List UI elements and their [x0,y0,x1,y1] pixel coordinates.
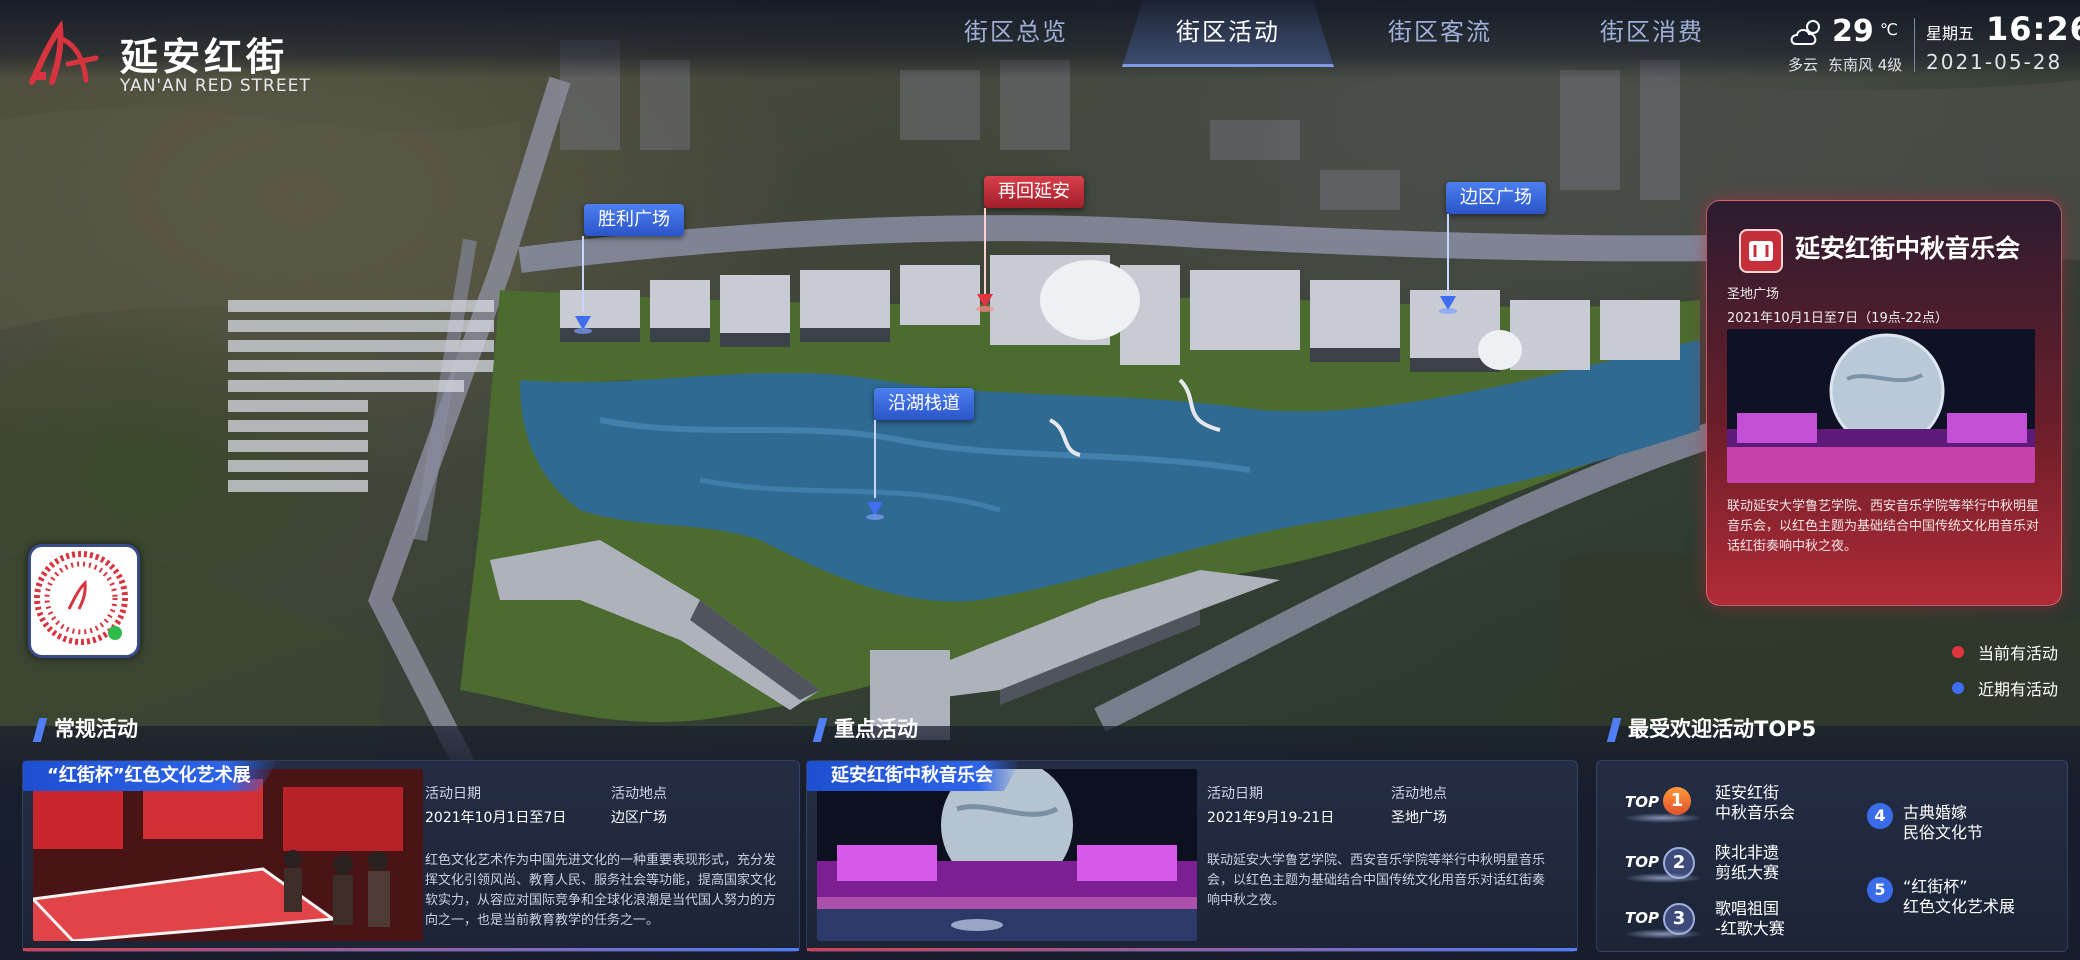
regular-description: 红色文化艺术作为中国先进文化的一种重要表现形式，充分发挥文化引领风尚、教育人民、… [425,853,777,928]
top-label: TOP [1625,909,1659,927]
pin-stem [874,420,876,498]
divider [1914,18,1915,72]
key-activity-panel[interactable]: 延安红街中秋音乐会 活动日期 2021年9月19-21日 活动地点 圣地广场 联… [806,760,1578,952]
rank-3-name: 歌唱祖国 -红歌大赛 [1715,899,1785,938]
pin-stem [984,208,986,294]
weather-wind: 东南风 4级 [1828,56,1903,74]
pin-marker-icon[interactable] [1437,292,1459,314]
clock-time: 16:26 [1986,10,2080,48]
blue-dot-icon [1952,682,1964,694]
pin-marker-icon[interactable] [974,290,996,312]
rank-5-badge: 5 [1867,877,1893,903]
key-date-label: 活动日期 [1207,786,1263,802]
legend-current-label: 当前有活动 [1978,644,2059,663]
map-legend: 当前有活动 近期有活动 [1950,634,2070,706]
legend-current: 当前有活动 [1950,634,2070,670]
pin-stem [582,236,584,312]
tab-visitor-flow[interactable]: 街区客流 [1334,0,1546,64]
featured-title: 延安红街中秋音乐会 [1795,234,2021,263]
rank-4-name: 古典婚嫁 民俗文化节 [1903,803,1984,842]
regular-date-label: 活动日期 [425,786,481,802]
weather-unit: ℃ [1880,20,1898,39]
featured-time: 2021年10月1日至7日（19点-22点） [1727,311,1948,326]
section-title-key: 重点活动 [816,712,918,746]
pin-label-zaihui-yanan[interactable]: 再回延安 [984,176,1084,208]
tab-consumption[interactable]: 街区消费 [1546,0,1758,64]
panel-accent-bar [807,948,1577,951]
featured-venue: 圣地广场 [1727,287,1780,302]
weekday: 星期五 [1926,24,1975,43]
rank-2-name: 陕北非遗 剪纸大赛 [1715,843,1780,882]
legend-upcoming: 近期有活动 [1950,670,2070,706]
yanan-logo-icon [29,20,99,85]
moon-concert-photo [817,769,1197,941]
key-activity-tag[interactable]: 延安红街中秋音乐会 [807,761,1021,791]
section-title-top5: 最受欢迎活动TOP5 [1610,712,1816,746]
rank-5-name: “红街杯” 红色文化艺术展 [1903,877,2016,916]
cloud-sun-icon [1790,20,1820,45]
featured-event-card[interactable]: 延安红街中秋音乐会 圣地广场 2021年10月1日至7日（19点-22点） 联动… [1706,200,2062,606]
mini-program-qr-code[interactable] [28,544,140,658]
rank-4-badge: 4 [1867,803,1893,829]
header-bar: 延安红街 YAN'AN RED STREET 街区总览 街区活动 街区客流 街区… [0,0,2080,96]
regular-activity-panel[interactable]: “红街杯”红色文化艺术展 活动日期 2021年10月1日至7日 活动地点 边区广… [22,760,800,952]
featured-description: 联动延安大学鲁艺学院、西安音乐学院等举行中秋明星音乐会，以红色主题为基础结合中国… [1727,499,2040,554]
key-date-value: 2021年9月19-21日 [1207,810,1335,826]
regular-place-value: 边区广场 [611,810,667,826]
top-label: TOP [1625,793,1659,811]
legend-upcoming-label: 近期有活动 [1978,680,2059,699]
pin-label-shengli-square[interactable]: 胜利广场 [584,204,684,236]
brand-subtitle: YAN'AN RED STREET [120,76,311,96]
regular-activity-tag[interactable]: “红街杯”红色文化艺术展 [23,761,279,791]
rank-1-name: 延安红街 中秋音乐会 [1715,783,1796,822]
key-description: 联动延安大学鲁艺学院、西安音乐学院等举行中秋明星音乐会，以红色主题为基础结合中国… [1207,853,1546,908]
event-ticket-icon [1739,229,1783,273]
qr-code-icon [34,551,128,645]
weather-temperature: 29 [1832,14,1874,49]
top5-panel: TOP 1 延安红街 中秋音乐会 TOP 2 陕北非遗 剪纸大赛 TOP 3 歌… [1596,760,2068,952]
key-place-label: 活动地点 [1391,786,1447,802]
featured-concert-photo [1727,329,2035,483]
weather-widget: 29 ℃ 多云 东南风 4级 [1784,14,1914,76]
regular-date-value: 2021年10月1日至7日 [425,810,567,826]
weather-condition: 多云 [1788,56,1819,74]
rank-pedestal [1623,873,1703,883]
pin-marker-icon[interactable] [572,312,594,334]
key-place-value: 圣地广场 [1391,810,1447,826]
regular-place-label: 活动地点 [611,786,667,802]
current-date: 2021-05-28 [1926,50,2063,74]
pin-label-bianqu-square[interactable]: 边区广场 [1446,182,1546,214]
rank-1-badge: 1 [1663,787,1691,815]
top-label: TOP [1625,853,1659,871]
brand-title: 延安红街 [120,35,289,79]
main-nav: 街区总览 街区活动 街区客流 街区消费 [910,0,1758,67]
section-title-regular: 常规活动 [36,712,138,746]
art-exhibition-photo [33,769,423,941]
pin-label-lakeside-walkway[interactable]: 沿湖栈道 [874,388,974,420]
rank-pedestal [1623,813,1703,823]
pin-stem [1447,214,1449,294]
pin-marker-icon[interactable] [864,498,886,520]
panel-accent-bar [23,948,799,951]
tab-activities[interactable]: 街区活动 [1122,0,1334,67]
red-dot-icon [1952,646,1964,658]
rank-pedestal [1623,929,1703,939]
tab-overview[interactable]: 街区总览 [910,0,1122,64]
